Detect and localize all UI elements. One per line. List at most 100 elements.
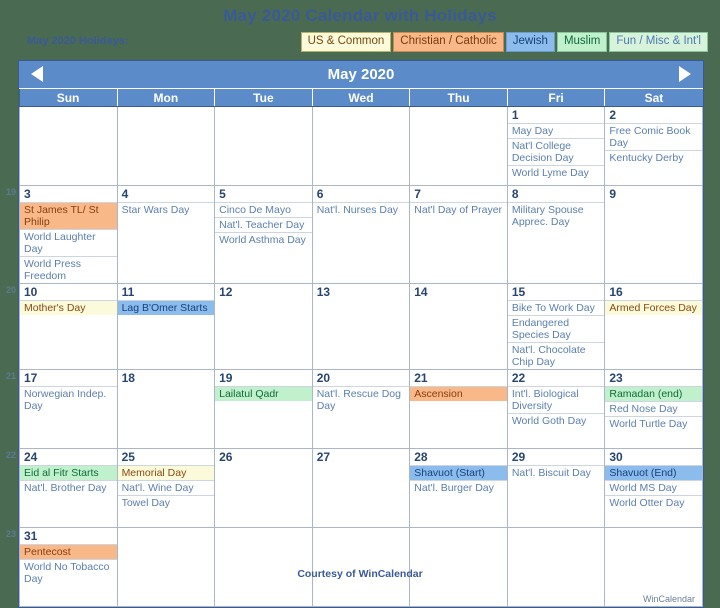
weekday-header-sun: Sun bbox=[19, 89, 118, 107]
weekday-header-row: Sun Mon Tue Wed Thu Fri Sat bbox=[19, 89, 703, 107]
legend-chip-muslim[interactable]: Muslim bbox=[556, 32, 608, 52]
calendar-week-row: 1 May Day Nat'l College Decision Day World … bbox=[19, 106, 703, 186]
calendar-week-row: 3 St James TL/ St Philip World Laughter Da… bbox=[19, 185, 703, 284]
calendar-day-cell[interactable]: 26 bbox=[214, 448, 313, 528]
day-number: 7 bbox=[414, 187, 421, 201]
calendar-day-cell[interactable]: 31 Pentecost World No Tobacco Day bbox=[19, 527, 118, 607]
calendar-day-cell[interactable]: 10 Mother's Day bbox=[19, 283, 118, 370]
calendar-week-row: 31 Pentecost World No Tobacco Day bbox=[19, 527, 703, 607]
page-title: May 2020 Calendar with Holidays bbox=[223, 6, 497, 25]
calendar-day-cell[interactable]: 15 Bike To Work Day Endangered Species Day… bbox=[506, 283, 606, 370]
holiday-event: Red Nose Day bbox=[605, 401, 702, 416]
holiday-event: World Press Freedom bbox=[20, 256, 117, 283]
calendar-cell-empty bbox=[409, 527, 508, 607]
calendar-day-cell[interactable]: 8 Military Spouse Apprec. Day bbox=[506, 185, 606, 284]
calendar-cell-empty bbox=[311, 106, 411, 186]
courtesy-brand-link[interactable]: WinCalendar bbox=[359, 568, 423, 580]
holiday-event: Ramadan (end) bbox=[605, 386, 702, 401]
calendar-cell-empty bbox=[214, 106, 313, 186]
calendar-day-cell[interactable]: 22 Int'l. Biological Diversity World Goth … bbox=[506, 369, 606, 449]
calendar-day-cell[interactable]: 3 St James TL/ St Philip World Laughter Da… bbox=[19, 185, 118, 284]
legend-chip-christian-catholic[interactable]: Christian / Catholic bbox=[393, 32, 504, 52]
holiday-event: Nat'l. Chocolate Chip Day bbox=[508, 342, 604, 369]
day-number: 13 bbox=[316, 285, 331, 299]
calendar-day-cell[interactable]: 9 bbox=[604, 185, 703, 284]
calendar-day-cell[interactable]: 27 bbox=[311, 448, 411, 528]
calendar-day-cell[interactable]: 12 bbox=[214, 283, 313, 370]
holiday-event: Nat'l. Wine Day bbox=[118, 480, 214, 495]
holiday-event: Bike To Work Day bbox=[508, 300, 604, 315]
legend-chips: US & Common Christian / Catholic Jewish … bbox=[300, 32, 708, 52]
calendar-day-cell[interactable]: 29 Nat'l. Biscuit Day bbox=[506, 448, 606, 528]
calendar-body: 1 May Day Nat'l College Decision Day World … bbox=[19, 106, 703, 607]
calendar-day-cell[interactable]: 7 Nat'l Day of Prayer bbox=[409, 185, 508, 284]
holiday-event: Star Wars Day bbox=[118, 202, 214, 217]
calendar-day-cell[interactable]: 13 bbox=[311, 283, 411, 370]
calendar-day-cell[interactable]: 2 Free Comic Book Day Kentucky Derby bbox=[604, 106, 703, 186]
calendar-day-cell[interactable]: 28 Shavuot (Start) Nat'l. Burger Day bbox=[409, 448, 508, 528]
calendar-day-cell[interactable]: 4 Star Wars Day bbox=[116, 185, 216, 284]
day-number: 22 bbox=[511, 371, 526, 385]
calendar-day-cell[interactable]: 16 Armed Forces Day bbox=[604, 283, 703, 370]
calendar-day-cell[interactable]: 11 Lag B'Omer Starts bbox=[116, 283, 216, 370]
calendar-day-cell[interactable]: 14 bbox=[409, 283, 508, 370]
day-number: 25 bbox=[121, 450, 135, 464]
triangle-right-icon[interactable] bbox=[679, 66, 691, 82]
holiday-event: World Laughter Day bbox=[20, 229, 117, 256]
footer-brand: WinCalendar bbox=[642, 594, 695, 604]
calendar-cell-empty bbox=[311, 527, 411, 607]
week-number: 23 bbox=[5, 528, 16, 539]
legend-chip-jewish[interactable]: Jewish bbox=[505, 32, 555, 52]
weekday-header-mon: Mon bbox=[116, 89, 215, 107]
calendar-day-cell[interactable]: 23 Ramadan (end) Red Nose Day World Turtle … bbox=[604, 369, 703, 449]
legend-chip-us-common[interactable]: US & Common bbox=[300, 32, 392, 52]
triangle-left-icon[interactable] bbox=[31, 66, 43, 82]
day-number: 2 bbox=[609, 108, 617, 122]
calendar-day-cell[interactable]: 20 Nat'l. Rescue Dog Day bbox=[311, 369, 411, 449]
calendar-day-cell[interactable]: 1 May Day Nat'l College Decision Day World … bbox=[506, 106, 606, 186]
legend-chip-fun-misc-intl[interactable]: Fun / Misc & Int'l bbox=[609, 32, 708, 52]
calendar-day-cell[interactable]: 25 Memorial Day Nat'l. Wine Day Towel Day bbox=[116, 448, 216, 528]
day-number: 20 bbox=[316, 371, 331, 385]
day-number: 24 bbox=[24, 450, 38, 464]
calendar-cell-empty bbox=[116, 527, 216, 607]
courtesy-prefix: Courtesy of bbox=[297, 568, 359, 580]
week-number: 20 bbox=[5, 284, 16, 295]
calendar-day-cell[interactable]: 5 Cinco De Mayo Nat'l. Teacher Day World As… bbox=[214, 185, 313, 284]
week-number: 21 bbox=[5, 370, 16, 381]
day-number: 6 bbox=[316, 187, 324, 201]
holiday-event: Nat'l. Rescue Dog Day bbox=[313, 386, 409, 413]
weekday-header-sat: Sat bbox=[604, 89, 703, 107]
day-number: 31 bbox=[24, 529, 38, 543]
holiday-event: Military Spouse Apprec. Day bbox=[508, 202, 604, 229]
holiday-event: World Asthma Day bbox=[215, 232, 312, 247]
calendar-grid: Sun Mon Tue Wed Thu Fri Sat 1 May Day Nat'… bbox=[19, 89, 703, 607]
weekday-header-thu: Thu bbox=[409, 89, 508, 107]
holiday-event: World Lyme Day bbox=[508, 165, 604, 180]
holiday-event: World Turtle Day bbox=[605, 416, 702, 431]
day-number: 23 bbox=[609, 371, 623, 385]
holiday-event: Shavuot (Start) bbox=[410, 465, 507, 480]
calendar-container: May 2020 Sun Mon Tue Wed Thu Fri Sat 1 Ma… bbox=[18, 60, 704, 608]
holiday-event: Kentucky Derby bbox=[605, 150, 702, 165]
day-number: 12 bbox=[219, 285, 233, 299]
holiday-event: Nat'l. Biscuit Day bbox=[508, 465, 604, 480]
calendar-day-cell[interactable]: 30 Shavuot (End) World MS Day World Otter D… bbox=[604, 448, 703, 528]
day-number: 5 bbox=[219, 187, 226, 201]
holiday-event: Cinco De Mayo bbox=[215, 202, 312, 217]
day-number: 16 bbox=[609, 285, 623, 299]
calendar-day-cell[interactable]: 19 Lailatul Qadr bbox=[214, 369, 313, 449]
day-number: 30 bbox=[609, 450, 623, 464]
holiday-event: World MS Day bbox=[605, 480, 702, 495]
calendar-day-cell[interactable]: 6 Nat'l. Nurses Day bbox=[311, 185, 411, 284]
calendar-day-cell[interactable]: 17 Norwegian Indep. Day bbox=[19, 369, 118, 449]
calendar-day-cell[interactable]: 24 Eid al Fitr Starts Nat'l. Brother Day bbox=[19, 448, 118, 528]
calendar-day-cell[interactable]: 21 Ascension bbox=[409, 369, 508, 449]
weekday-header-wed: Wed bbox=[311, 89, 410, 107]
calendar-cell-empty bbox=[116, 106, 216, 186]
day-number: 18 bbox=[121, 371, 135, 385]
day-number: 3 bbox=[24, 187, 31, 201]
calendar-day-cell[interactable]: 18 bbox=[116, 369, 216, 449]
holiday-event: Endangered Species Day bbox=[508, 315, 604, 342]
holiday-event: Shavuot (End) bbox=[605, 465, 702, 480]
